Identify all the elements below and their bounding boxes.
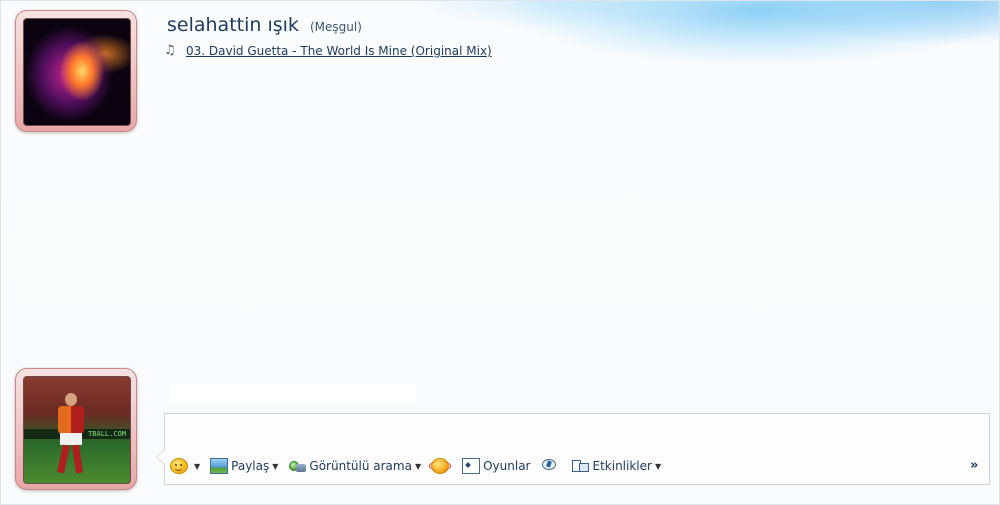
header-glow [0, 0, 1000, 100]
emoticon-icon [170, 458, 188, 474]
activities-icon [571, 458, 590, 474]
contact-status: (Meşgul) [310, 20, 362, 34]
message-input[interactable] [169, 418, 985, 456]
more-options-button[interactable]: » [970, 458, 978, 473]
nudge-button[interactable] [429, 456, 452, 476]
games-icon [462, 458, 481, 474]
emoticon-button[interactable]: ▼ [170, 456, 200, 476]
typing-status-area [170, 384, 416, 402]
nudge-icon [429, 458, 452, 474]
player-figure [54, 393, 88, 477]
action-button[interactable] [541, 456, 562, 476]
now-playing-link[interactable]: 03. David Guetta - The World Is Mine (Or… [186, 44, 492, 58]
share-icon [210, 458, 229, 474]
share-label: Paylaş [231, 459, 270, 473]
contact-avatar[interactable] [15, 10, 137, 132]
chevron-down-icon: ▼ [414, 461, 422, 471]
contact-picture [23, 18, 131, 126]
chevron-down-icon: ▼ [654, 461, 662, 471]
music-note-icon: ♫ [164, 43, 176, 58]
user-picture: TBALL.COM [23, 376, 131, 484]
video-call-button[interactable]: Görüntülü arama ▼ [288, 456, 421, 476]
share-button[interactable]: Paylaş ▼ [210, 456, 278, 476]
video-call-label: Görüntülü arama [309, 459, 412, 473]
compose-toolbar: ▼ Paylaş ▼ Görüntülü arama ▼ Oyunlar Etk… [170, 456, 671, 476]
games-label: Oyunlar [483, 459, 531, 473]
activities-button[interactable]: Etkinlikler ▼ [571, 456, 662, 476]
activities-label: Etkinlikler [592, 459, 652, 473]
games-button[interactable]: Oyunlar [462, 456, 531, 476]
contact-name[interactable]: selahattin ışık [167, 14, 299, 36]
video-call-icon [288, 458, 307, 474]
chevron-down-icon: ▼ [272, 461, 279, 471]
user-avatar[interactable]: TBALL.COM [15, 368, 137, 490]
chevron-down-icon: ▼ [194, 461, 201, 471]
action-icon [541, 458, 559, 474]
